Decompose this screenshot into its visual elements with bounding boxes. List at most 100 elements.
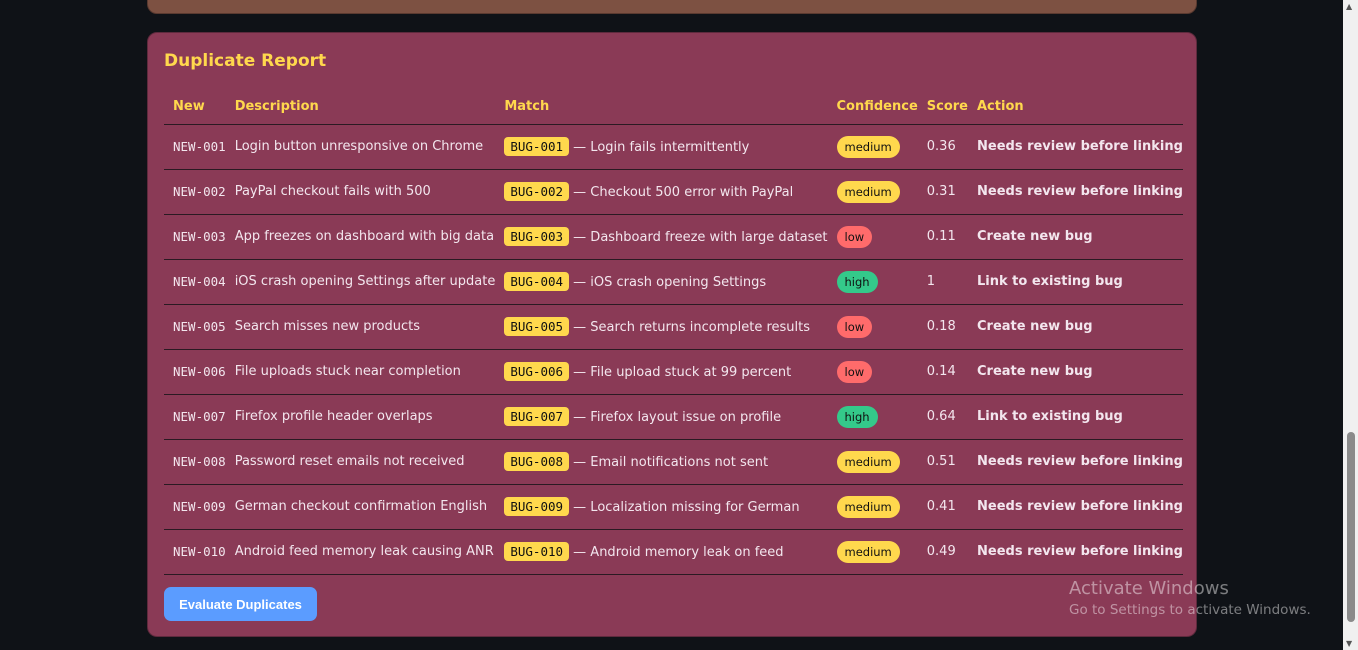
column-header: Confidence (827, 89, 918, 125)
bug-id-badge: BUG-008 (504, 451, 570, 471)
match-cell: BUG-004 — iOS crash opening Settings (495, 259, 828, 305)
confidence-badge: medium (836, 180, 900, 203)
score: 1 (917, 259, 968, 305)
confidence-badge: medium (836, 135, 900, 158)
action: Needs review before linking (968, 124, 1183, 170)
match-title: — File upload stuck at 99 percent (573, 364, 792, 380)
description: German checkout confirmation English (225, 484, 496, 530)
description: Password reset emails not received (225, 439, 496, 485)
match-title: — Email notifications not sent (573, 454, 769, 470)
new-id: NEW-010 (164, 529, 226, 575)
confidence-cell: medium (827, 484, 918, 530)
match-title: — Firefox layout issue on profile (573, 409, 782, 425)
column-header: Action (968, 89, 1183, 125)
match-title: — iOS crash opening Settings (573, 274, 767, 290)
confidence-badge: medium (836, 450, 900, 473)
bug-id-badge: BUG-010 (504, 541, 570, 561)
scroll-up-icon[interactable]: ▲ (1346, 2, 1352, 11)
panel-title: Duplicate Report (164, 51, 327, 71)
description: Login button unresponsive on Chrome (225, 124, 496, 170)
action: Needs review before linking (968, 484, 1183, 530)
match-cell: BUG-001 — Login fails intermittently (495, 124, 828, 170)
action: Needs review before linking (968, 169, 1183, 215)
match-title: — Dashboard freeze with large dataset (573, 229, 828, 245)
description: Android feed memory leak causing ANR (225, 529, 496, 575)
match-cell: BUG-005 — Search returns incomplete resu… (495, 304, 828, 350)
previous-panel (147, 0, 1197, 14)
confidence-badge: high (836, 270, 878, 293)
table-row: NEW-003 App freezes on dashboard with bi… (164, 214, 1183, 260)
action: Create new bug (968, 304, 1183, 350)
confidence-cell: high (827, 394, 918, 440)
bug-id-badge: BUG-007 (504, 406, 570, 426)
description: PayPal checkout fails with 500 (225, 169, 496, 215)
action: Needs review before linking (968, 439, 1183, 485)
confidence-cell: medium (827, 439, 918, 485)
new-id: NEW-002 (164, 169, 226, 215)
windows-watermark: Activate Windows Go to Settings to activ… (1069, 578, 1311, 618)
score: 0.51 (917, 439, 968, 485)
confidence-badge: low (836, 360, 873, 383)
watermark-subtitle: Go to Settings to activate Windows. (1069, 602, 1311, 618)
bug-id-badge: BUG-002 (504, 181, 570, 201)
confidence-cell: medium (827, 124, 918, 170)
match-title: — Login fails intermittently (573, 139, 750, 155)
table-row: NEW-004 iOS crash opening Settings after… (164, 259, 1183, 305)
new-id: NEW-005 (164, 304, 226, 350)
score: 0.31 (917, 169, 968, 215)
description: iOS crash opening Settings after update (225, 259, 496, 305)
score: 0.14 (917, 349, 968, 395)
confidence-badge: low (836, 225, 873, 248)
description: Firefox profile header overlaps (225, 394, 496, 440)
scroll-down-icon[interactable]: ▼ (1346, 639, 1352, 648)
score: 0.18 (917, 304, 968, 350)
table-row: NEW-006 File uploads stuck near completi… (164, 349, 1183, 395)
table-row: NEW-010 Android feed memory leak causing… (164, 529, 1183, 575)
confidence-cell: low (827, 214, 918, 260)
match-cell: BUG-007 — Firefox layout issue on profil… (495, 394, 828, 440)
new-id: NEW-001 (164, 124, 226, 170)
table-row: NEW-001 Login button unresponsive on Chr… (164, 124, 1183, 170)
confidence-cell: low (827, 349, 918, 395)
match-title: — Search returns incomplete results (573, 319, 811, 335)
bug-id-badge: BUG-005 (504, 316, 570, 336)
new-id: NEW-009 (164, 484, 226, 530)
action: Link to existing bug (968, 394, 1183, 440)
table-row: NEW-008 Password reset emails not receiv… (164, 439, 1183, 485)
scrollbar-thumb[interactable] (1347, 432, 1355, 622)
description: App freezes on dashboard with big data (225, 214, 496, 260)
match-cell: BUG-002 — Checkout 500 error with PayPal (495, 169, 828, 215)
confidence-cell: high (827, 259, 918, 305)
confidence-badge: high (836, 405, 878, 428)
evaluate-duplicates-button[interactable]: Evaluate Duplicates (164, 587, 317, 621)
match-cell: BUG-010 — Android memory leak on feed (495, 529, 828, 575)
confidence-cell: low (827, 304, 918, 350)
description: File uploads stuck near completion (225, 349, 496, 395)
confidence-badge: low (836, 315, 873, 338)
bug-id-badge: BUG-004 (504, 271, 570, 291)
score: 0.11 (917, 214, 968, 260)
confidence-cell: medium (827, 529, 918, 575)
new-id: NEW-003 (164, 214, 226, 260)
table-row: NEW-009 German checkout confirmation Eng… (164, 484, 1183, 530)
score: 0.41 (917, 484, 968, 530)
duplicate-report-panel: Duplicate Report New Description Match Conf… (147, 32, 1197, 637)
table-row: NEW-007 Firefox profile header overlaps … (164, 394, 1183, 440)
confidence-badge: medium (836, 540, 900, 563)
watermark-title: Activate Windows (1069, 578, 1229, 599)
bug-id-badge: BUG-006 (504, 361, 570, 381)
table-row: NEW-005 Search misses new products BUG-0… (164, 304, 1183, 350)
duplicate-table: New Description Match Confidence Score Action… (164, 89, 1183, 575)
match-title: — Localization missing for German (573, 499, 800, 515)
column-header: Description (225, 89, 496, 125)
scrollbar[interactable]: ▲ ▼ (1343, 0, 1358, 650)
action: Create new bug (968, 349, 1183, 395)
table-row: NEW-002 PayPal checkout fails with 500 B… (164, 169, 1183, 215)
new-id: NEW-006 (164, 349, 226, 395)
new-id: NEW-007 (164, 394, 226, 440)
action: Needs review before linking (968, 529, 1183, 575)
action: Create new bug (968, 214, 1183, 260)
match-title: — Android memory leak on feed (573, 544, 784, 560)
score: 0.64 (917, 394, 968, 440)
score: 0.49 (917, 529, 968, 575)
